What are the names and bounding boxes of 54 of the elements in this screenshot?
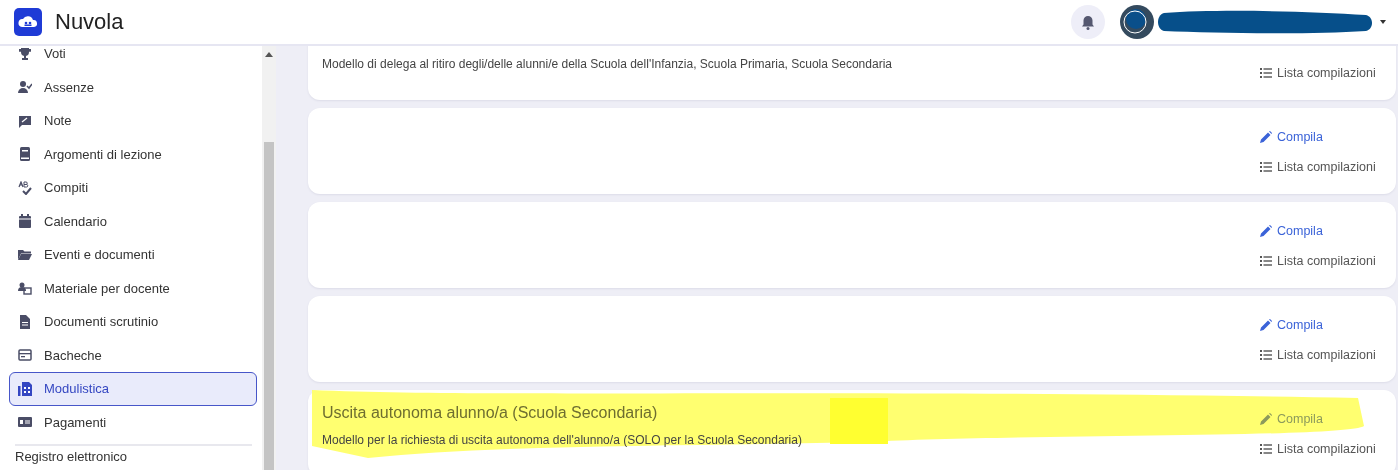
form-title: Uscita autonoma alunno/a (Scuola Secondaria) xyxy=(322,403,659,423)
submissions-link[interactable]: Lista compilazioni xyxy=(1260,64,1396,82)
avatar[interactable] xyxy=(1120,5,1154,39)
sidebar-item[interactable]: Eventi e documenti xyxy=(9,238,257,272)
sidebar-item[interactable]: Pagamenti xyxy=(9,405,257,439)
note-icon xyxy=(18,113,32,128)
sidebar-item[interactable]: Assenze xyxy=(9,70,257,104)
pencil-icon xyxy=(1260,131,1272,143)
submissions-link[interactable]: Lista compilazioni xyxy=(1260,440,1396,458)
sidebar-item[interactable]: Argomenti di lezione xyxy=(9,137,257,171)
board-icon xyxy=(18,348,32,363)
pencil-icon xyxy=(1260,319,1272,331)
form-description: Modello di delega al ritiro degli/delle alunni/e della Scuola dell'Infanzia, Scuola Primaria, Scuola Secondaria xyxy=(322,57,893,71)
app-name: Nuvola xyxy=(55,9,124,35)
fill-in-link[interactable]: Compila xyxy=(1260,128,1396,146)
sidebar-item[interactable]: Compiti xyxy=(9,171,257,205)
sidebar-item[interactable]: Materiale per docente xyxy=(9,271,257,305)
submissions-link[interactable]: Lista compilazioni xyxy=(1260,346,1396,364)
pencil-icon xyxy=(1260,413,1272,425)
book-icon xyxy=(18,147,32,162)
list-icon xyxy=(1260,443,1272,455)
share-icon xyxy=(18,281,32,296)
calendar-icon xyxy=(18,214,32,229)
submissions-link[interactable]: Lista compilazioni xyxy=(1260,158,1396,176)
caret-icon[interactable] xyxy=(1380,20,1386,24)
list-icon xyxy=(1260,349,1272,361)
file-icon xyxy=(18,314,32,329)
user-check-icon xyxy=(18,80,32,95)
trophy-icon xyxy=(18,46,32,61)
form-description: Modello per la richiesta di uscita autonoma dell'alunno/a (SOLO per la Scuola Secondaria) xyxy=(322,433,803,447)
list-icon xyxy=(1260,67,1272,79)
sidebar-item[interactable]: Voti xyxy=(9,46,257,71)
sidebar-item[interactable]: Modulistica xyxy=(9,372,257,406)
section-title: Registro elettronico xyxy=(14,449,128,464)
folder-icon xyxy=(18,247,32,262)
scroll-thumb[interactable] xyxy=(264,142,274,470)
spellcheck-icon xyxy=(18,180,32,195)
building-icon xyxy=(18,381,32,396)
fill-in-link[interactable]: Compila xyxy=(1260,316,1396,334)
pencil-icon xyxy=(1260,225,1272,237)
list-icon xyxy=(1260,161,1272,173)
sidebar-item[interactable]: Note xyxy=(9,104,257,138)
bell-icon xyxy=(1081,14,1095,30)
list-icon xyxy=(1260,255,1272,267)
money-icon xyxy=(18,415,32,430)
sidebar-item[interactable]: Calendario xyxy=(9,204,257,238)
scroll-up-icon[interactable] xyxy=(265,52,273,57)
submissions-link[interactable]: Lista compilazioni xyxy=(1260,252,1396,270)
logo-icon xyxy=(14,8,42,36)
notifications-button[interactable] xyxy=(1071,5,1105,39)
sidebar-item[interactable]: Documenti scrutinio xyxy=(9,305,257,339)
scrollbar[interactable] xyxy=(262,46,276,470)
sidebar-item[interactable]: Bacheche xyxy=(9,338,257,372)
fill-in-link[interactable]: Compila xyxy=(1260,222,1396,240)
